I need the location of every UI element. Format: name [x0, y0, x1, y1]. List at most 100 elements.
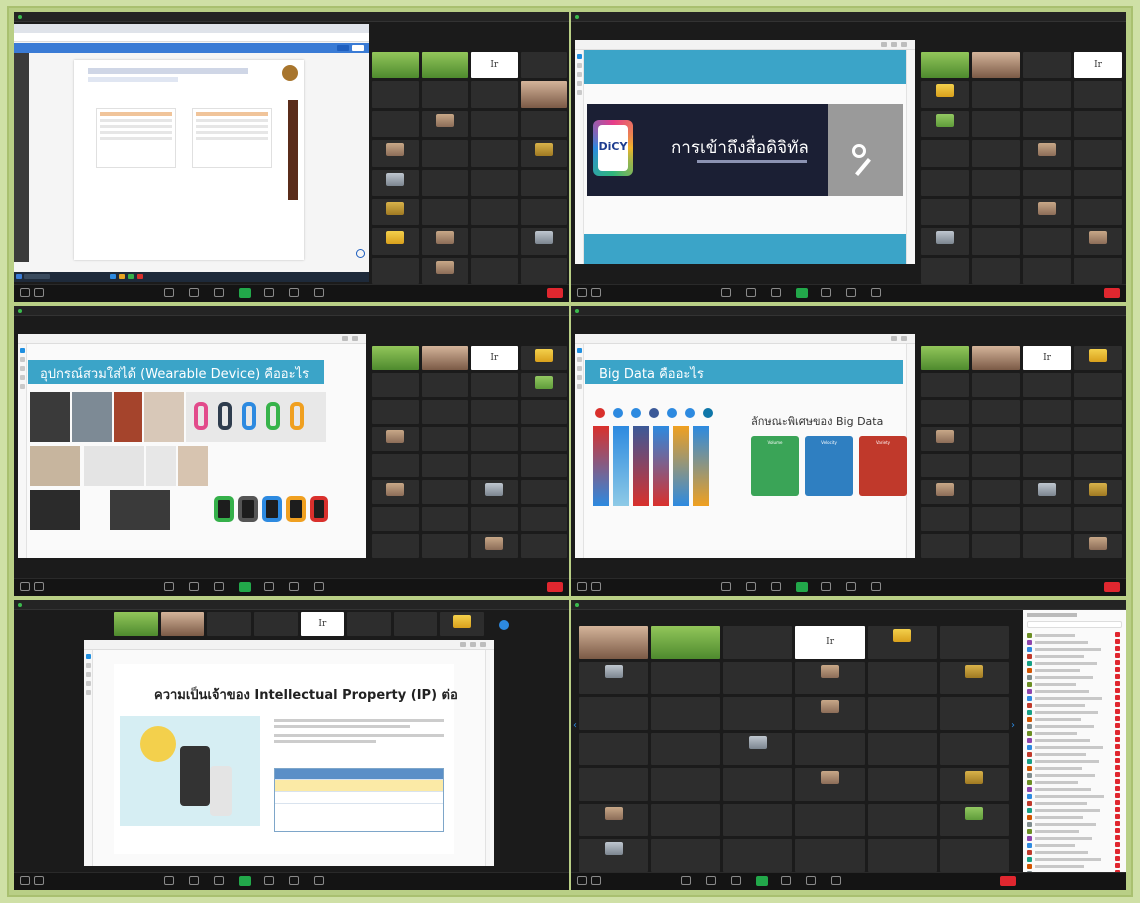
share-screen-icon[interactable] — [756, 876, 768, 886]
participant-tile[interactable] — [421, 228, 468, 255]
muted-mic-icon[interactable] — [1115, 660, 1120, 665]
participant-tile[interactable] — [921, 426, 969, 451]
share-screen-icon[interactable] — [239, 288, 251, 298]
participant-list-item[interactable] — [1027, 688, 1122, 694]
participant-list-item[interactable] — [1027, 730, 1122, 736]
taskbar-app-icon[interactable] — [137, 274, 143, 279]
muted-mic-icon[interactable] — [1115, 779, 1120, 784]
share-screen-icon[interactable] — [239, 582, 251, 592]
participant-tile[interactable] — [1074, 228, 1122, 255]
participant-tile[interactable] — [372, 257, 419, 284]
participant-tile[interactable] — [939, 768, 1009, 801]
end-meeting-button[interactable] — [547, 582, 563, 592]
participant-tile[interactable] — [253, 612, 298, 636]
participant-tile[interactable] — [520, 169, 567, 196]
end-meeting-button[interactable] — [1104, 582, 1120, 592]
participant-tile[interactable] — [795, 661, 865, 695]
participant-tile[interactable] — [867, 803, 937, 837]
participant-tile[interactable] — [921, 534, 969, 558]
record-icon[interactable] — [264, 288, 274, 297]
participant-tile[interactable] — [921, 257, 969, 284]
participant-tile[interactable] — [579, 626, 649, 659]
participant-tile[interactable] — [723, 732, 793, 766]
participant-list-item[interactable] — [1027, 723, 1122, 729]
participant-tile[interactable] — [723, 803, 793, 837]
participant-tile[interactable] — [651, 626, 721, 659]
participant-list-item[interactable] — [1027, 793, 1122, 799]
participant-tile[interactable] — [393, 612, 438, 636]
participant-tile[interactable] — [471, 399, 518, 424]
muted-mic-icon[interactable] — [1115, 646, 1120, 651]
participant-tile[interactable] — [579, 803, 649, 837]
participant-tile[interactable] — [1074, 110, 1122, 138]
participant-tile[interactable] — [579, 697, 649, 730]
participant-tile[interactable] — [972, 346, 1020, 370]
participant-tile[interactable] — [471, 52, 518, 79]
muted-mic-icon[interactable] — [1115, 709, 1120, 714]
participant-list-item[interactable] — [1027, 814, 1122, 820]
participant-tile[interactable] — [471, 228, 518, 255]
participant-list-item[interactable] — [1027, 863, 1122, 869]
participant-tile[interactable] — [972, 480, 1020, 505]
participant-tile[interactable] — [867, 839, 937, 872]
participant-tile[interactable] — [579, 661, 649, 695]
record-icon[interactable] — [821, 288, 831, 297]
participant-tile[interactable] — [520, 480, 567, 505]
participant-list-item[interactable] — [1027, 842, 1122, 848]
participant-tile[interactable] — [372, 346, 419, 370]
participant-tile[interactable] — [520, 426, 567, 451]
participant-tile[interactable] — [921, 399, 969, 424]
participant-tile[interactable] — [939, 803, 1009, 837]
participant-tile[interactable] — [471, 507, 518, 532]
participant-tile[interactable] — [1074, 346, 1122, 370]
participant-tile[interactable] — [1074, 257, 1122, 284]
participant-tile[interactable] — [372, 507, 419, 532]
participant-tile[interactable] — [972, 534, 1020, 558]
participant-tile[interactable] — [1074, 198, 1122, 226]
participant-tile[interactable] — [921, 81, 969, 108]
participant-tile[interactable] — [939, 839, 1009, 872]
participant-tile[interactable] — [1023, 372, 1071, 397]
participant-list-item[interactable] — [1027, 653, 1122, 659]
participant-tile[interactable] — [723, 768, 793, 801]
muted-mic-icon[interactable] — [1115, 695, 1120, 700]
participant-tile[interactable] — [939, 732, 1009, 766]
participant-tile[interactable] — [921, 198, 969, 226]
participant-list-item[interactable] — [1027, 695, 1122, 701]
participant-list-item[interactable] — [1027, 772, 1122, 778]
participant-list-item[interactable] — [1027, 639, 1122, 645]
chat-icon[interactable] — [771, 288, 781, 297]
participant-tile[interactable] — [372, 52, 419, 79]
taskbar-app-icon[interactable] — [110, 274, 116, 279]
participant-tile[interactable] — [921, 52, 969, 79]
share-screen-icon[interactable] — [239, 876, 251, 886]
participant-tile[interactable] — [972, 399, 1020, 424]
participant-tile[interactable] — [421, 534, 468, 558]
chat-icon[interactable] — [214, 876, 224, 885]
toolbar-button[interactable] — [901, 336, 907, 341]
participant-tile[interactable] — [471, 426, 518, 451]
participant-tile[interactable] — [1074, 480, 1122, 505]
participant-tile[interactable] — [471, 346, 518, 370]
muted-mic-icon[interactable] — [1115, 765, 1120, 770]
toolbar-button[interactable] — [881, 42, 887, 47]
app-avatar[interactable] — [337, 45, 349, 51]
participant-tile[interactable] — [372, 198, 419, 226]
participant-tile[interactable] — [421, 372, 468, 397]
participant-tile[interactable] — [347, 612, 391, 636]
participant-tile[interactable] — [471, 198, 518, 226]
participant-tile[interactable] — [921, 228, 969, 255]
start-icon[interactable] — [16, 274, 22, 279]
muted-mic-icon[interactable] — [1115, 723, 1120, 728]
view-switch-icon[interactable] — [499, 620, 509, 630]
participant-list-item[interactable] — [1027, 807, 1122, 813]
muted-mic-icon[interactable] — [1115, 793, 1120, 798]
participants-icon[interactable] — [746, 288, 756, 297]
participant-tile[interactable] — [651, 839, 721, 872]
mute-icon[interactable] — [577, 582, 587, 591]
participant-tile[interactable] — [1023, 81, 1071, 108]
participant-tile[interactable] — [867, 626, 937, 659]
video-icon[interactable] — [591, 288, 601, 297]
mute-icon[interactable] — [20, 288, 30, 297]
toolbar-button[interactable] — [891, 336, 897, 341]
